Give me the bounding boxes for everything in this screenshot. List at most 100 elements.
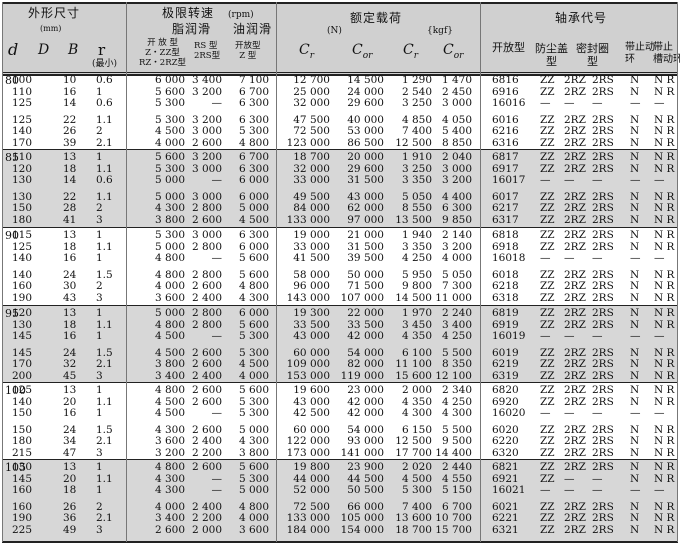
code-seal-label: 密封圈 型 — [576, 42, 609, 68]
cell-grease-open: 4 500 — [154, 330, 185, 343]
cell-oil: 4 000 — [238, 369, 269, 382]
cell-D: 115 — [12, 229, 33, 241]
table-row: 190 43 3 3 600 2 400 4 300 143 000 107 000 14 50… — [2, 291, 678, 305]
bore-group-80: 80 100 10 0.6 6 000 3 400 7 100 12 700 14 500 1 2… — [2, 72, 678, 150]
cell-cor-kgf: 1 470 — [441, 74, 472, 86]
table-row: 125 18 1.1 5 000 2 800 6 000 33 000 31 500 3 350… — [2, 241, 678, 254]
cell-oil: 4 800 — [238, 136, 269, 149]
cell-cor-kgf: 2 440 — [441, 461, 472, 473]
cell-code-groove: — — [654, 97, 665, 110]
cell-cr-kgf: 13 500 — [395, 213, 432, 226]
cell-code-open: 6819 — [492, 307, 519, 319]
cell-code-dust: ZZ — [540, 384, 555, 396]
cell-code-seal: — — [564, 330, 575, 343]
table-row: 215 47 3 3 200 2 200 3 800 173 000 141 000 17 70… — [2, 446, 678, 460]
cell-code-dust: ZZ — [540, 151, 555, 163]
cell-code-dust: — — [540, 484, 551, 497]
cell-code-dust: — — [540, 407, 551, 420]
border-left — [2, 2, 3, 542]
cell-code-seal: 2RZ — [564, 307, 586, 319]
cell-grease-rs: — — [211, 252, 223, 265]
cell-cr-kgf: 17 700 — [395, 446, 432, 459]
cell-code-seal: 2RZ — [564, 369, 586, 382]
cell-grease-open: 4 800 — [154, 252, 185, 265]
cell-oil: 6 300 — [238, 229, 269, 241]
cell-B: 43 — [63, 291, 77, 304]
cell-code-open: 16016 — [492, 97, 526, 110]
cell-oil: 5 300 — [238, 330, 269, 343]
cell-B: 39 — [63, 136, 77, 149]
cell-D: 200 — [12, 369, 33, 382]
cell-cor-kgf: 2 240 — [441, 307, 472, 319]
cell-grease-rs: 3 000 — [191, 229, 222, 241]
cell-code-seal: 2RZ — [564, 229, 586, 241]
cell-code-groove: N R — [654, 307, 675, 319]
cell-oil: 5 600 — [238, 252, 269, 265]
cell-grease-open: 4 500 — [154, 407, 185, 420]
load-unit-kgf: {kgf} — [427, 26, 453, 36]
cor-kgf-sub: or — [453, 50, 464, 61]
cell-grease-rs: 3 200 — [191, 151, 222, 163]
cor-n-label: Cor — [352, 43, 372, 62]
cell-code-dust: — — [540, 330, 551, 343]
cell-B: 13 — [63, 229, 77, 241]
cell-r: 1 — [96, 407, 103, 420]
cell-code-seal2: 2RS — [592, 291, 614, 304]
cell-code-seal: 2RZ — [564, 74, 586, 86]
cell-code-snap: — — [630, 407, 641, 420]
cell-grease-open: 5 600 — [154, 151, 185, 163]
group-rows: 125 13 1 4 800 2 600 5 600 19 600 23 000 2 000 2 … — [2, 384, 678, 460]
cell-code-snap: N — [630, 213, 640, 226]
cell-cr-n: 184 000 — [286, 523, 330, 536]
cell-cor-n: 23 900 — [347, 461, 384, 473]
cell-code-seal: — — [564, 252, 575, 265]
table-row: 145 16 1 4 500 — 5 300 43 000 42 000 4 350 4 250 1… — [2, 331, 678, 343]
cell-B: 18 — [63, 484, 77, 497]
cell-grease-rs: — — [211, 174, 223, 187]
cell-code-snap: — — [630, 330, 641, 343]
oil-label: 油润滑 — [233, 22, 273, 36]
cell-grease-open: 5 300 — [154, 97, 185, 110]
cell-code-seal2: — — [592, 484, 603, 497]
divider-load — [480, 2, 481, 542]
cell-B: 47 — [63, 446, 77, 459]
cell-r: 1 — [96, 252, 103, 265]
cell-code-seal2: — — [592, 407, 603, 420]
cell-code-groove: N R — [654, 446, 675, 459]
cell-r: 1 — [96, 461, 103, 473]
load-title: 额定载荷 — [350, 11, 403, 25]
cell-code-open: 6316 — [492, 136, 519, 149]
cell-cr-kgf: 4 250 — [401, 252, 432, 265]
cell-cor-n: 107 000 — [340, 291, 384, 304]
cell-oil: 6 700 — [238, 151, 269, 163]
cell-grease-rs: 2 600 — [191, 384, 222, 396]
cell-cr-n: 33 000 — [293, 174, 330, 187]
group-rows: 120 13 1 5 000 2 800 6 000 19 300 22 000 1 970 2 … — [2, 307, 678, 383]
cell-code-snap: N — [630, 461, 640, 473]
cell-code-open: 16021 — [492, 484, 526, 497]
cell-code-seal2: 2RS — [592, 384, 614, 396]
table-row: 140 16 1 4 800 — 5 600 41 500 39 500 4 250 4 000 1… — [2, 253, 678, 265]
cell-code-dust: ZZ — [540, 446, 555, 459]
col-r-label: r — [98, 41, 106, 59]
cell-cr-n: 19 000 — [293, 229, 330, 241]
cell-grease-rs: — — [211, 330, 223, 343]
cell-cor-kgf: 3 000 — [441, 97, 472, 110]
cell-cor-n: 97 000 — [347, 213, 384, 226]
cell-cor-kgf: 9 850 — [441, 213, 472, 226]
group-rows: 110 13 1 5 600 3 200 6 700 18 700 20 000 1 910 2 … — [2, 151, 678, 227]
cell-cr-kgf: 4 300 — [401, 407, 432, 420]
cell-code-seal: — — [564, 407, 575, 420]
grease-open-types: 开 放 型 Z・ZZ型 RZ・2RZ型 — [139, 38, 187, 68]
cell-code-snap: N — [630, 74, 640, 86]
cell-code-snap: N — [630, 384, 640, 396]
group-rows: 100 10 0.6 6 000 3 400 7 100 12 700 14 500 1 290… — [2, 74, 678, 150]
cell-code-snap: N — [630, 136, 640, 149]
cell-oil: 3 800 — [238, 446, 269, 459]
cell-code-seal2: 2RS — [592, 461, 614, 473]
cell-B: 13 — [63, 151, 77, 163]
cell-cor-kgf: 15 700 — [435, 523, 472, 536]
cell-code-seal: 2RZ — [564, 291, 586, 304]
cell-code-open: 6317 — [492, 213, 519, 226]
cell-code-groove: N R — [654, 384, 675, 396]
